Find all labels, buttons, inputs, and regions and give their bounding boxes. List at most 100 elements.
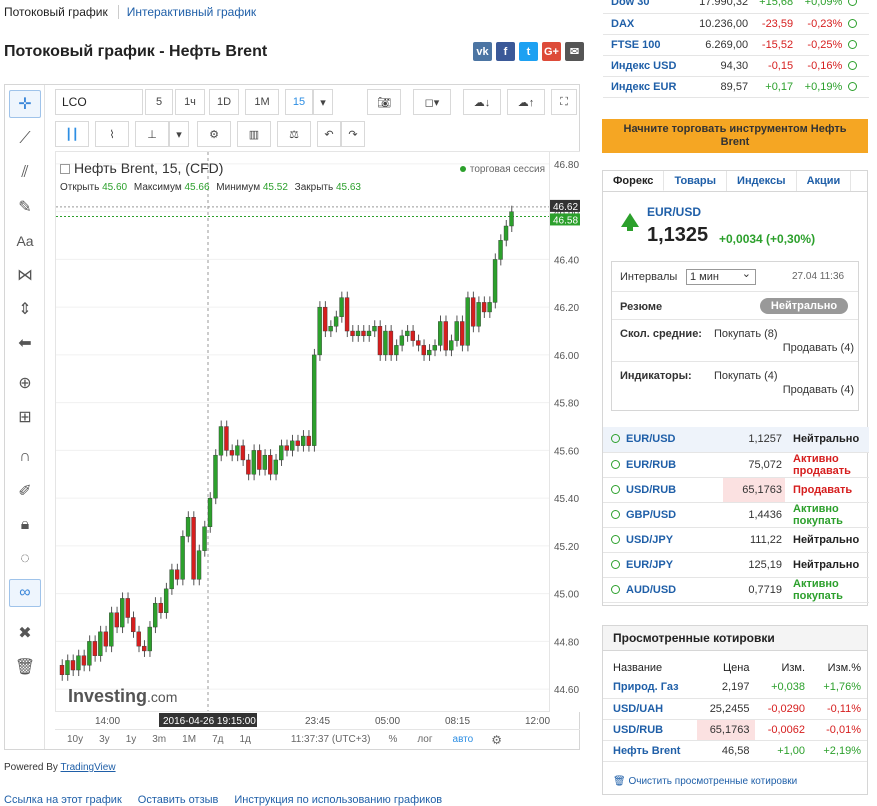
fx-row[interactable]: GBP/USD 1,4436 Активно покупать <box>603 502 869 528</box>
ruler-icon[interactable]: ⊞ <box>9 403 41 431</box>
fx-row[interactable]: EUR/RUB 75,072 Активно продавать <box>603 452 869 478</box>
fx-pair[interactable]: EUR/RUB <box>626 459 676 471</box>
trash-icon[interactable]: 🗑︎ <box>9 653 41 681</box>
index-row[interactable]: FTSE 100 6.269,00 -15,52 -0,25% <box>603 34 869 56</box>
fx-pair-cell[interactable]: USD/JPY <box>603 527 723 553</box>
bottom-link[interactable]: Инструкция по использованию графиков <box>234 794 442 806</box>
measure-icon[interactable]: ⇕ <box>9 295 41 323</box>
fx-pair-cell[interactable]: EUR/JPY <box>603 552 723 578</box>
facebook-icon[interactable]: f <box>496 42 515 61</box>
index-name[interactable]: Индекс EUR <box>603 76 690 98</box>
crosshair-icon[interactable]: ✛ <box>9 90 41 118</box>
brush-icon[interactable]: ✎ <box>9 193 41 221</box>
percent-toggle[interactable]: % <box>388 734 397 745</box>
bars-icon[interactable]: ▥ <box>237 121 271 147</box>
arrow-left-icon[interactable]: ⬅ <box>9 329 41 357</box>
index-row[interactable]: Dow 30 17.990,32 +15,68 +0,09% <box>603 0 869 14</box>
viewed-row[interactable]: USD/RUB 65,1763 -0,0062 -0,01% <box>603 719 867 741</box>
fx-row[interactable]: USD/JPY 111,22 Нейтрально <box>603 527 869 553</box>
fx-head-pair[interactable]: EUR/USD <box>647 205 701 219</box>
fx-pair[interactable]: EUR/USD <box>626 433 676 445</box>
fx-pair-cell[interactable]: GBP/USD <box>603 502 723 528</box>
camera-icon[interactable]: 📷︎ <box>367 89 401 115</box>
fx-pair[interactable]: AUD/USD <box>626 584 676 596</box>
undo-icon[interactable]: ↶ <box>317 121 341 147</box>
index-name[interactable]: Индекс USD <box>603 55 690 77</box>
time-axis[interactable]: 14:00 23:45 05:00 08:15 12:00 2016-04-26 19:1… <box>55 712 550 729</box>
start-trading-button[interactable]: Начните торговать инструментом Нефть Bre… <box>602 119 868 153</box>
viewed-row[interactable]: Природ. Газ 2,197 +0,038 +1,76% <box>603 677 867 699</box>
hide-icon[interactable]: ◌ <box>9 545 41 573</box>
range-button[interactable]: 10y <box>67 734 83 745</box>
trend-line-icon[interactable]: ⟋ <box>9 125 41 153</box>
fx-row[interactable]: USD/RUB 65,1763 Продавать <box>603 477 869 503</box>
interval-select[interactable]: 1 мин <box>686 267 756 285</box>
range-button[interactable]: 1д <box>239 734 250 745</box>
auto-toggle[interactable]: авто <box>453 734 474 745</box>
compare-icon[interactable]: ⚖ <box>277 121 311 147</box>
fx-pair-cell[interactable]: EUR/RUB <box>603 452 723 478</box>
area-chart-icon[interactable]: ⌇ <box>95 121 129 147</box>
clear-viewed-link[interactable]: 🗑︎ Очистить просмотренные котировки <box>613 776 797 787</box>
candles-icon[interactable]: ┃┃ <box>55 121 89 147</box>
gear-icon[interactable]: ⚙ <box>491 733 502 747</box>
interval-button[interactable]: 15 <box>285 89 313 115</box>
viewed-name[interactable]: Нефть Brent <box>603 740 698 762</box>
fx-row[interactable]: EUR/JPY 125,19 Нейтрально <box>603 552 869 578</box>
color-picker-icon[interactable]: ◻▾ <box>413 89 451 115</box>
indicators-icon[interactable]: ⊥ <box>135 121 169 147</box>
range-button[interactable]: 3m <box>152 734 166 745</box>
fx-pair-cell[interactable]: EUR/USD <box>603 427 723 453</box>
symbol-input[interactable]: LCO <box>55 89 143 115</box>
text-tool-icon[interactable]: Aa <box>9 227 41 255</box>
range-button[interactable]: 1y <box>126 734 137 745</box>
index-row[interactable]: Индекс EUR 89,57 +0,17 +0,19% <box>603 76 869 98</box>
lock-icon[interactable]: 🔒︎ <box>9 511 41 539</box>
fx-pair-cell[interactable]: AUD/USD <box>603 577 723 603</box>
viewed-name[interactable]: USD/RUB <box>603 719 698 741</box>
fx-pair[interactable]: USD/JPY <box>626 534 673 546</box>
index-name[interactable]: DAX <box>603 13 690 35</box>
fx-pair-cell[interactable]: USD/RUB <box>603 477 723 503</box>
range-button[interactable]: 7д <box>212 734 223 745</box>
pencil-lock-icon[interactable]: ✐ <box>9 477 41 505</box>
fx-pair[interactable]: GBP/USD <box>626 509 676 521</box>
viewed-name[interactable]: USD/UAH <box>603 698 698 720</box>
tab-3[interactable]: Акции <box>797 171 852 191</box>
tradingview-link[interactable]: TradingView <box>61 762 116 773</box>
tab-2[interactable]: Индексы <box>727 171 797 191</box>
price-plot-area[interactable]: Нефть Brent, 15, (CFD) Открыть 45.60 Мак… <box>55 151 550 712</box>
link-icon[interactable]: ∞ <box>9 579 41 607</box>
viewed-row[interactable]: USD/UAH 25,2455 -0,0290 -0,11% <box>603 698 867 720</box>
price-axis[interactable]: 46.80 46.60 46.40 46.20 46.00 45.80 45.60 45.40… <box>550 151 580 712</box>
tab-interactive-chart[interactable]: Интерактивный график <box>119 5 256 19</box>
tools-icon[interactable]: ✖ <box>9 619 41 647</box>
tab-0[interactable]: Форекс <box>603 171 665 191</box>
interval-button[interactable]: 1ч <box>175 89 205 115</box>
collapse-icon[interactable] <box>60 164 70 174</box>
twitter-icon[interactable]: t <box>519 42 538 61</box>
vk-icon[interactable]: vk <box>473 42 492 61</box>
interval-dropdown-icon[interactable]: ▾ <box>313 89 333 115</box>
pattern-icon[interactable]: ⋈ <box>9 261 41 289</box>
fx-pair[interactable]: USD/RUB <box>626 484 676 496</box>
range-button[interactable]: 3y <box>99 734 110 745</box>
fullscreen-icon[interactable]: ⛶ <box>551 89 577 115</box>
fx-row[interactable]: AUD/USD 0,7719 Активно покупать <box>603 577 869 603</box>
tab-1[interactable]: Товары <box>664 171 728 191</box>
fx-row[interactable]: EUR/USD 1,1257 Нейтрально <box>603 427 869 453</box>
fork-icon[interactable]: ⫽ <box>9 159 41 187</box>
magnet-icon[interactable]: ∩ <box>9 443 41 471</box>
viewed-row[interactable]: Нефть Brent 46,58 +1,00 +2,19% <box>603 740 867 762</box>
fx-pair[interactable]: EUR/JPY <box>626 559 673 571</box>
cloud-upload-icon[interactable]: ☁↑ <box>507 89 545 115</box>
zoom-icon[interactable]: ⊕ <box>9 369 41 397</box>
index-row[interactable]: Индекс USD 94,30 -0,15 -0,16% <box>603 55 869 77</box>
bottom-link[interactable]: Оставить отзыв <box>138 794 219 806</box>
cloud-download-icon[interactable]: ☁↓ <box>463 89 501 115</box>
redo-icon[interactable]: ↷ <box>341 121 365 147</box>
interval-button[interactable]: 1M <box>245 89 279 115</box>
google-plus-icon[interactable]: G+ <box>542 42 561 61</box>
index-row[interactable]: DAX 10.236,00 -23,59 -0,23% <box>603 13 869 35</box>
bottom-link[interactable]: Ссылка на этот график <box>4 794 122 806</box>
